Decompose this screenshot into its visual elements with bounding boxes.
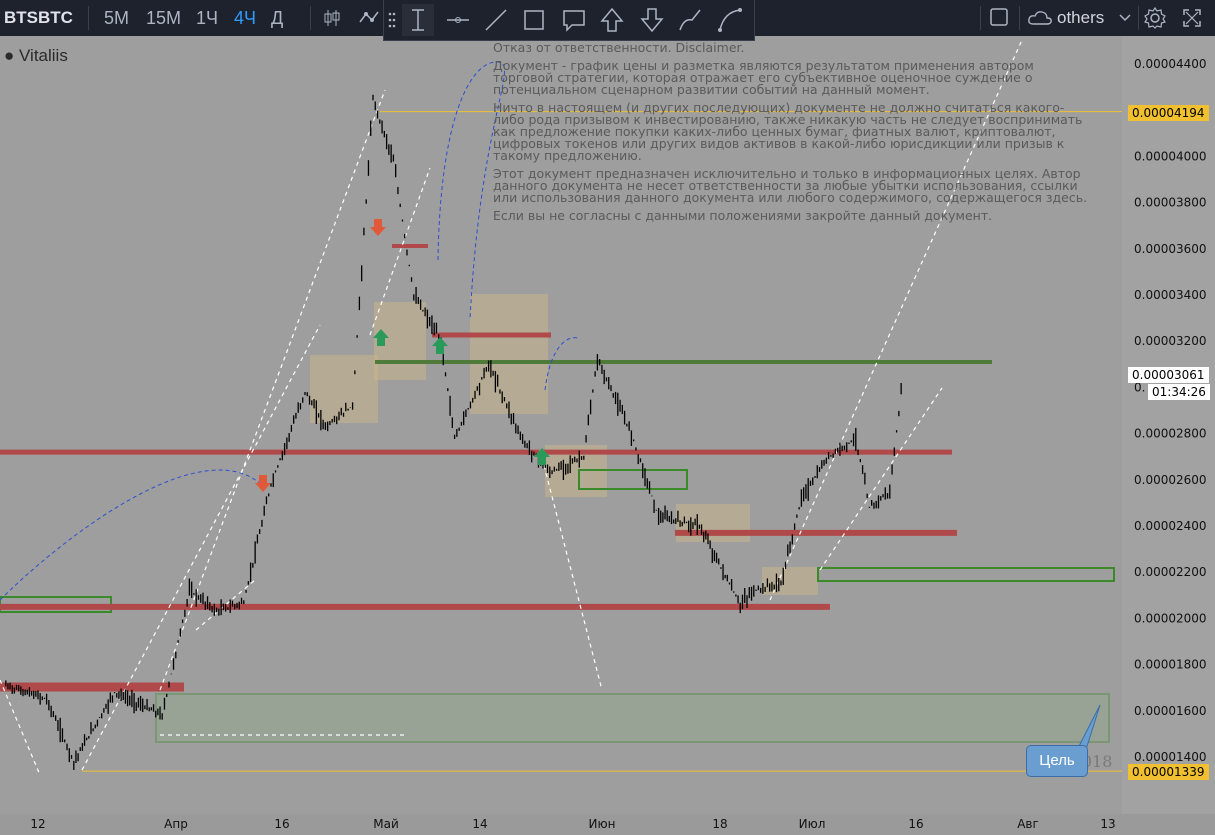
sell-arrow [370, 219, 386, 236]
y-tick-label: 0.00002200 [1134, 565, 1207, 579]
disclaimer-line: Этот документ предназначен исключительно… [493, 166, 1088, 205]
interval-day-button[interactable]: Д [271, 0, 283, 36]
interval-1h-button[interactable]: 1Ч [196, 0, 218, 36]
y-tick-label: 0.00001600 [1134, 704, 1207, 718]
x-tick-label: Июл [799, 817, 826, 831]
gear-icon[interactable] [1144, 7, 1166, 29]
callout-icon[interactable] [558, 4, 590, 36]
disclaimer-line: Отказ от ответственности. Disclaimer. [493, 40, 745, 55]
drag-handle-icon[interactable] [386, 4, 398, 36]
y-tick-label: 0.00004400 [1134, 57, 1207, 71]
others-dropdown[interactable]: others [1057, 0, 1104, 36]
consolidation-zone [762, 567, 818, 595]
y-tick-label: 0.00003200 [1134, 334, 1207, 348]
toolbar-divider [310, 6, 311, 30]
x-tick-label: 12 [30, 817, 45, 831]
x-tick-label: 16 [908, 817, 923, 831]
bar-countdown: 01:34:26 [1148, 384, 1210, 400]
x-tick-label: Апр [164, 817, 188, 831]
x-tick-label: 13 [1100, 817, 1115, 831]
x-tick-label: Май [373, 817, 399, 831]
y-tick-label: 0.00003800 [1134, 196, 1207, 210]
consolidation-zone [470, 294, 548, 414]
target-callout[interactable]: Цель [1026, 745, 1088, 777]
x-tick-label: Июн [589, 817, 616, 831]
curve-icon[interactable] [714, 4, 746, 36]
arrow-down-icon[interactable] [636, 4, 668, 36]
candles-icon[interactable] [322, 8, 342, 28]
current-price-tag: 0.00003061 [1128, 367, 1209, 383]
toolbar-divider [88, 6, 89, 30]
sell-arrow [255, 475, 271, 492]
upper-level-price-tag: 0.00004194 [1128, 105, 1209, 121]
y-tick-label: 0.00001800 [1134, 658, 1207, 672]
toolbar-divider [1138, 6, 1139, 30]
drawing-toolbar [383, 0, 755, 41]
trend-line [819, 387, 943, 571]
chevron-down-icon[interactable] [1119, 13, 1131, 23]
cloud-icon[interactable] [1027, 9, 1053, 27]
support-box [817, 567, 1115, 582]
arrow-up-icon[interactable] [596, 4, 628, 36]
y-tick-label: 0.00001400 [1134, 750, 1207, 764]
toolbar-divider [1019, 6, 1020, 30]
horizontal-line-icon[interactable] [442, 4, 474, 36]
square-icon[interactable] [989, 7, 1009, 27]
text-cursor-icon[interactable] [402, 4, 434, 36]
interval-4h-button[interactable]: 4Ч [234, 0, 256, 36]
y-tick-label: 0.00002600 [1134, 473, 1207, 487]
indicators-icon[interactable] [358, 8, 382, 28]
y-tick-label: 0.00002800 [1134, 427, 1207, 441]
disclaimer-text: Отказ от ответственности. Disclaimer. До… [493, 40, 1093, 228]
disclaimer-line: Если вы не согласны с данными положениям… [493, 208, 993, 223]
y-tick-label: 0.00004000 [1134, 149, 1207, 163]
x-tick-label: 16 [274, 817, 289, 831]
interval-15m-button[interactable]: 15M [146, 0, 181, 36]
x-tick-label: Авг [1017, 817, 1039, 831]
interval-5m-button[interactable]: 5M [104, 0, 129, 36]
fullscreen-icon[interactable] [1182, 8, 1202, 28]
lower-level-price-tag: 0.00001339 [1128, 764, 1209, 780]
brush-icon[interactable] [674, 4, 706, 36]
buy-arrow [432, 337, 448, 354]
y-tick-label: 0.00003600 [1134, 242, 1207, 256]
y-tick-label: 0.00002400 [1134, 519, 1207, 533]
rectangle-icon[interactable] [518, 4, 550, 36]
projection-curve [0, 469, 263, 601]
x-tick-label: 14 [472, 817, 487, 831]
disclaimer-line: Документ - график цены и разметка являют… [493, 58, 1034, 97]
y-tick-label: 0.00003400 [1134, 288, 1207, 302]
y-tick-label: 0.00002000 [1134, 611, 1207, 625]
toolbar-divider [980, 6, 981, 30]
symbol-label[interactable]: BTSBTC [4, 0, 73, 36]
x-tick-label: 18 [712, 817, 727, 831]
disclaimer-line: Ничто в настоящем (и других последующих)… [493, 100, 1083, 163]
trend-line-icon[interactable] [480, 4, 512, 36]
